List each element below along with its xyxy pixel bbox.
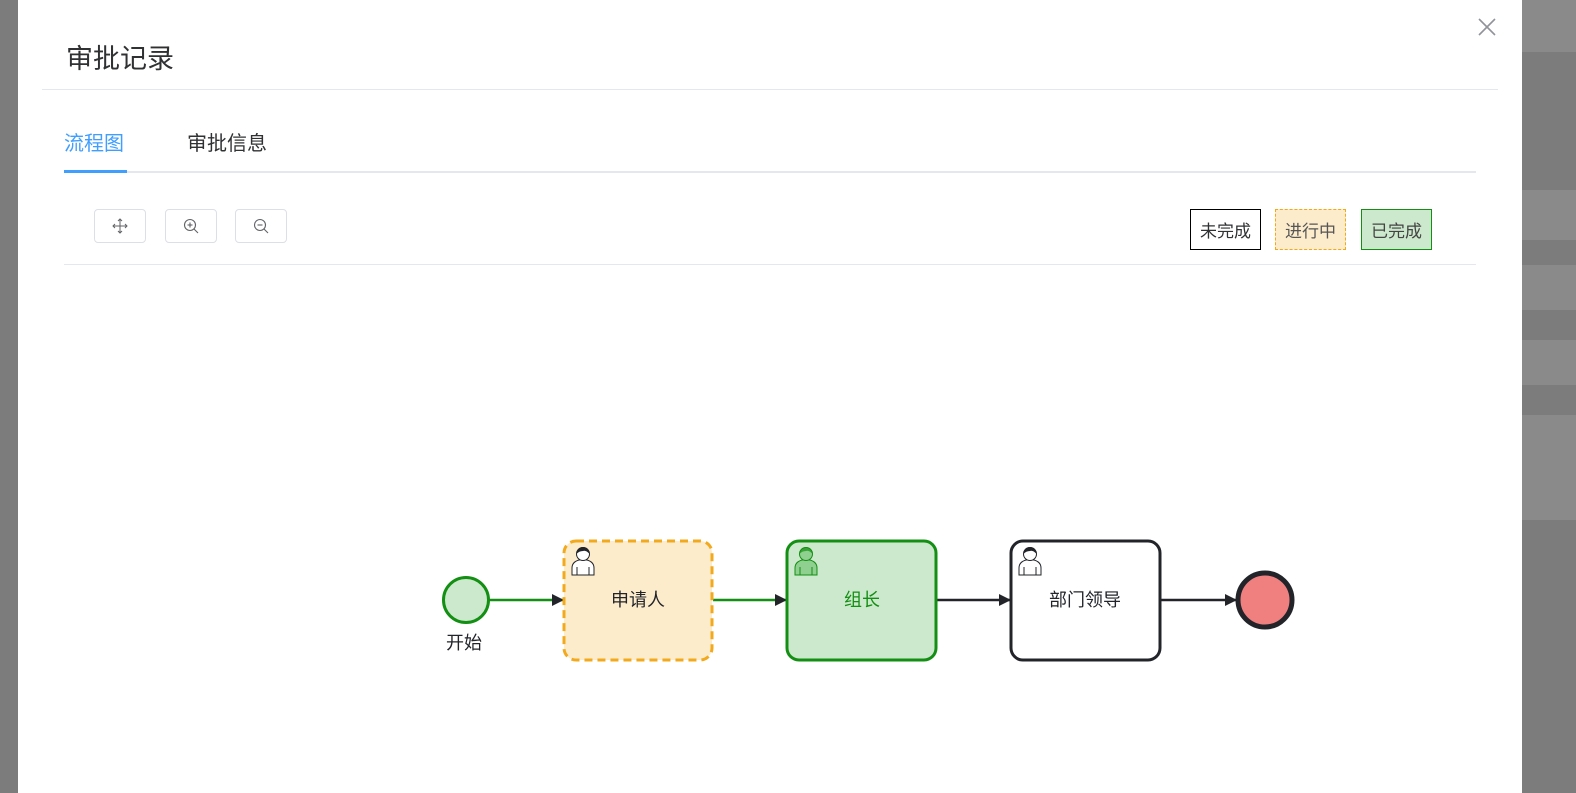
dialog-title: 审批记录 (66, 44, 174, 75)
task-label: 组长 (844, 590, 880, 611)
background-strip (1522, 190, 1576, 240)
start-event[interactable] (442, 576, 490, 624)
zoom-out-button[interactable] (235, 209, 287, 243)
close-button[interactable] (1474, 14, 1500, 40)
bpmn-canvas[interactable]: 开始 申请人 组长 部门领导 (18, 265, 1522, 793)
task-label: 申请人 (611, 590, 665, 611)
tabs-underline (64, 171, 1476, 173)
move-button[interactable] (94, 209, 146, 243)
zoom-in-button[interactable] (165, 209, 217, 243)
flow-diagram: 开始 申请人 组长 部门领导 (442, 539, 1295, 662)
background-strip (1522, 0, 1576, 52)
zoom-in-icon (183, 218, 199, 234)
zoom-out-icon (253, 218, 269, 234)
approval-record-dialog: 审批记录 流程图 审批信息 未完成 进行中 已完成 开始 申请人 组长 部门领导 (18, 0, 1522, 793)
legend-running: 进行中 (1275, 209, 1346, 250)
background-strip (1522, 415, 1576, 520)
task-department-leader[interactable]: 部门领导 (1009, 539, 1162, 662)
legend-done: 已完成 (1361, 209, 1432, 250)
background-strip (1522, 265, 1576, 310)
move-icon (112, 218, 128, 234)
tab-active-indicator (64, 170, 127, 173)
tab-flowchart[interactable]: 流程图 (64, 128, 124, 158)
legend-pending: 未完成 (1190, 209, 1261, 250)
tab-approval-info[interactable]: 审批信息 (187, 128, 267, 158)
title-divider (42, 89, 1498, 90)
task-applicant[interactable]: 申请人 (562, 539, 714, 662)
task-label: 部门领导 (1049, 590, 1121, 611)
start-event-label: 开始 (446, 633, 482, 654)
close-icon (1478, 18, 1496, 36)
task-team-leader[interactable]: 组长 (785, 539, 938, 662)
end-event[interactable] (1235, 570, 1295, 630)
background-strip (1522, 340, 1576, 385)
tabs: 流程图 审批信息 (64, 120, 1476, 173)
